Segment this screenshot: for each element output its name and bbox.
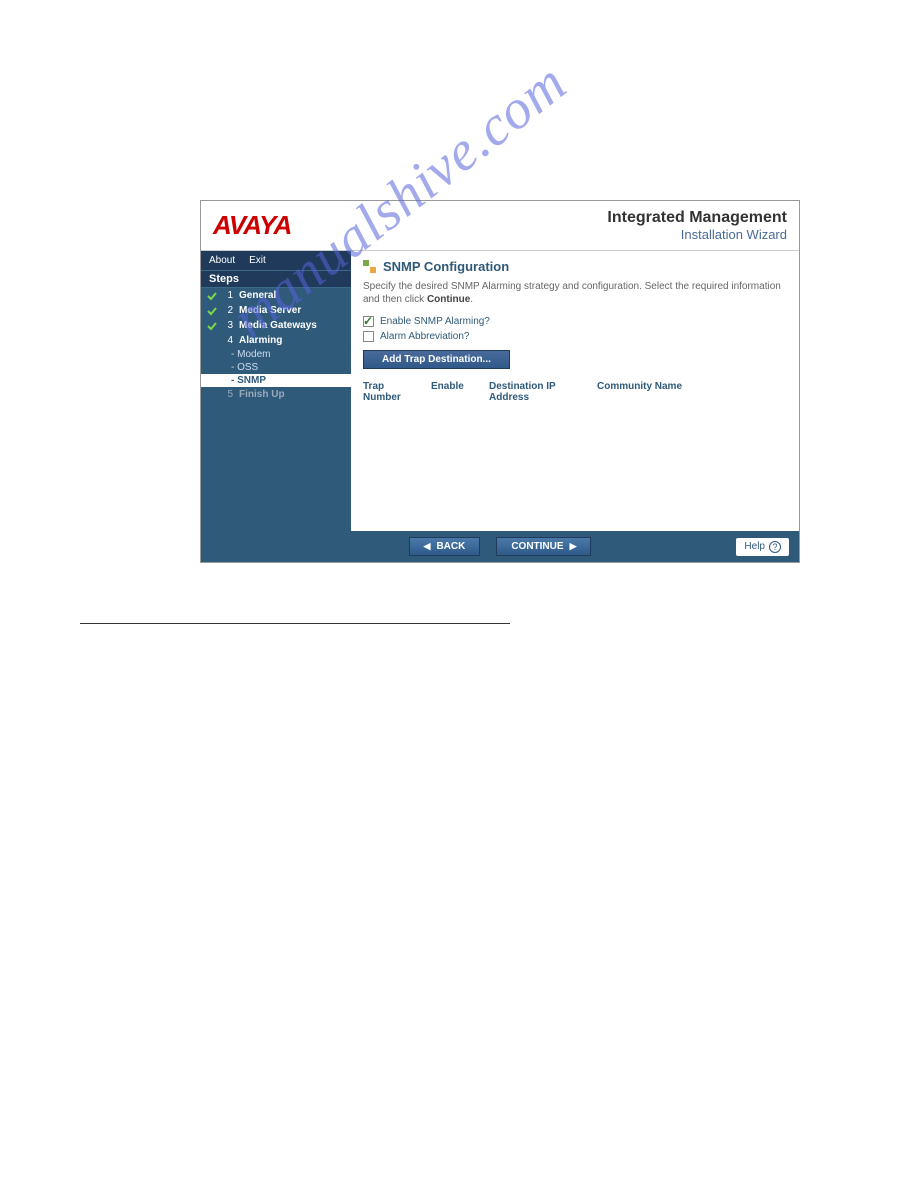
step-number: 1: [223, 290, 233, 301]
step-general[interactable]: 1 General: [201, 288, 351, 303]
steps-heading: Steps: [201, 270, 351, 288]
step-number: 5: [223, 389, 233, 400]
section-description: Specify the desired SNMP Alarming strate…: [363, 280, 787, 306]
step-finish-up[interactable]: 5 Finish Up: [201, 387, 351, 402]
add-trap-destination-button[interactable]: Add Trap Destination...: [363, 350, 510, 369]
check-icon: [207, 291, 217, 301]
step-alarming[interactable]: 4 Alarming: [201, 333, 351, 348]
continue-button[interactable]: CONTINUE ▶: [496, 537, 591, 556]
chevron-left-icon: ◀: [424, 541, 431, 552]
header-subtitle: Installation Wizard: [607, 227, 787, 242]
substep-snmp[interactable]: - SNMP: [201, 374, 351, 387]
step-number: 3: [223, 320, 233, 331]
col-destination-ip: Destination IP Address: [489, 381, 579, 403]
step-media-server[interactable]: 2 Media Server: [201, 303, 351, 318]
enable-snmp-label: Enable SNMP Alarming?: [380, 316, 490, 327]
avaya-logo: AVAYA: [213, 210, 291, 241]
help-icon: ?: [769, 541, 781, 553]
enable-snmp-checkbox[interactable]: [363, 316, 374, 327]
check-icon: [207, 321, 217, 331]
col-community-name: Community Name: [597, 381, 682, 403]
alarm-abbrev-row: Alarm Abbreviation?: [363, 331, 787, 342]
step-label: Finish Up: [239, 389, 285, 400]
step-label: Media Server: [239, 305, 301, 316]
col-trap-number: Trap Number: [363, 381, 413, 403]
check-icon: [207, 390, 217, 400]
help-button[interactable]: Help ?: [736, 538, 789, 556]
pixel-icon: [363, 260, 377, 274]
step-label: Alarming: [239, 335, 282, 346]
back-button[interactable]: ◀ BACK: [409, 537, 481, 556]
header-right: Integrated Management Installation Wizar…: [607, 209, 787, 242]
check-icon: [207, 336, 217, 346]
wizard-header: AVAYA Integrated Management Installation…: [201, 201, 799, 251]
trap-table-header: Trap Number Enable Destination IP Addres…: [363, 377, 787, 407]
installation-wizard-window: AVAYA Integrated Management Installation…: [200, 200, 800, 563]
steps-sidebar: About Exit Steps 1 General 2 Media Serve…: [201, 251, 351, 531]
header-title: Integrated Management: [607, 209, 787, 227]
check-icon: [207, 306, 217, 316]
about-link[interactable]: About: [209, 255, 235, 266]
alarm-abbrev-checkbox[interactable]: [363, 331, 374, 342]
content-panel: SNMP Configuration Specify the desired S…: [351, 251, 799, 531]
step-label: Media Gateways: [239, 320, 317, 331]
alarm-abbrev-label: Alarm Abbreviation?: [380, 331, 470, 342]
step-number: 2: [223, 305, 233, 316]
col-enable: Enable: [431, 381, 471, 403]
wizard-footer: ◀ BACK CONTINUE ▶ Help ?: [201, 531, 799, 562]
substep-oss[interactable]: - OSS: [201, 361, 351, 374]
section-title: SNMP Configuration: [363, 259, 787, 274]
chevron-right-icon: ▶: [570, 541, 577, 552]
step-number: 4: [223, 335, 233, 346]
sidebar-menu: About Exit: [201, 251, 351, 270]
exit-link[interactable]: Exit: [249, 255, 266, 266]
enable-snmp-row: Enable SNMP Alarming?: [363, 316, 787, 327]
step-media-gateways[interactable]: 3 Media Gateways: [201, 318, 351, 333]
substep-modem[interactable]: - Modem: [201, 348, 351, 361]
horizontal-rule: [80, 623, 510, 624]
step-label: General: [239, 290, 276, 301]
